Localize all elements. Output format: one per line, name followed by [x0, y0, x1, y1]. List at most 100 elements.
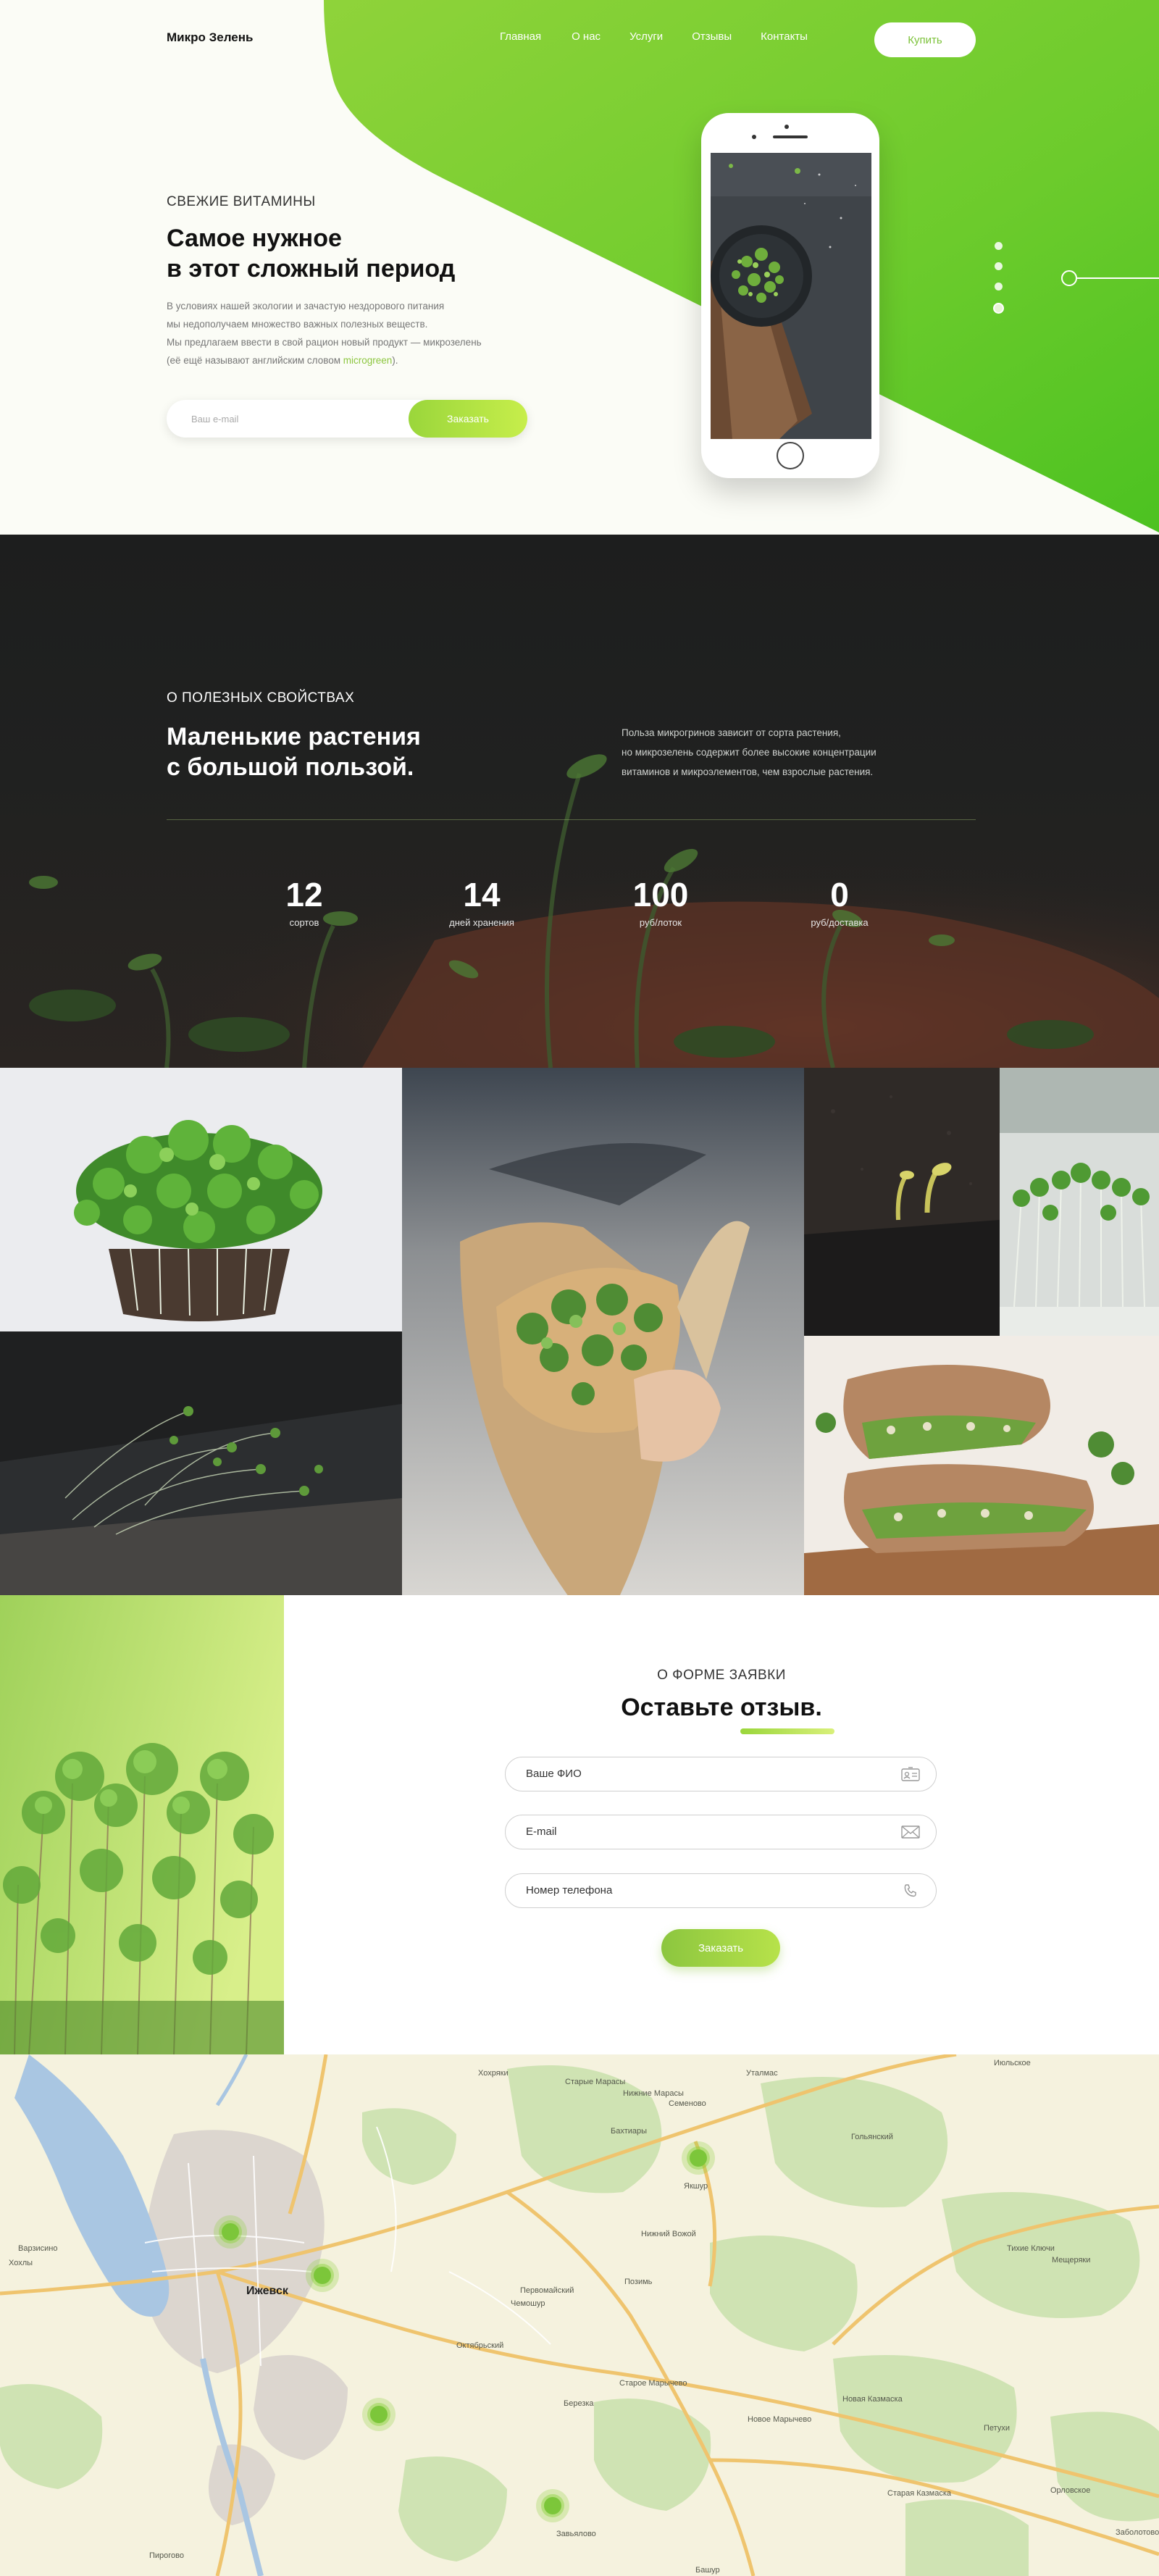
hero-email-input[interactable] — [167, 400, 406, 438]
map-label: Чемошур — [511, 2299, 545, 2308]
about-desc-line: витаминов и микроэлементов, чем взрослые… — [622, 766, 874, 777]
slide-progress-indicator — [1061, 270, 1159, 286]
map-label: Позимь — [624, 2278, 653, 2286]
review-form-section: О ФОРМЕ ЗАЯВКИ Оставьте отзыв. Заказать — [0, 1595, 1159, 2054]
slider-dot[interactable] — [995, 242, 1003, 250]
map-label: Хохлы — [9, 2259, 33, 2267]
map-marker[interactable] — [536, 2489, 569, 2522]
microgreens-bowl-image — [711, 153, 871, 439]
main-nav: Главная О нас Услуги Отзывы Контакты — [500, 30, 837, 43]
hero-title-line2: в этот сложный период — [167, 255, 456, 283]
map-label: Березка — [564, 2399, 594, 2408]
about-divider — [167, 819, 976, 820]
about-description: Польза микрогринов зависит от сорта раст… — [622, 723, 962, 782]
map-label: Старое Марычево — [619, 2379, 687, 2388]
stat-value: 12 — [285, 876, 323, 913]
nav-link-home[interactable]: Главная — [500, 30, 541, 43]
buy-button[interactable]: Купить — [874, 22, 976, 57]
map-label: Новая Казмаска — [842, 2395, 903, 2404]
email-field — [505, 1815, 937, 1849]
stat-storage-days: 14 дней хранения — [417, 875, 547, 928]
map-marker[interactable] — [362, 2398, 396, 2431]
slider-dot-active[interactable] — [993, 303, 1004, 314]
hero-desc-line: Мы предлагаем ввести в свой рацион новый… — [167, 337, 482, 348]
hero-title-line1: Самое нужное — [167, 225, 342, 252]
gallery-image-sprouts-on-slate — [0, 1331, 402, 1595]
logo[interactable]: Микро Зелень — [167, 30, 253, 45]
map-label: Заболотово — [1116, 2528, 1159, 2537]
map-marker[interactable] — [306, 2259, 339, 2292]
slider-dot[interactable] — [995, 283, 1003, 290]
hero-desc-line: (её ещё называют английским словом micro… — [167, 351, 543, 369]
hero-desc-suffix: ). — [392, 355, 398, 366]
about-title: Маленькие растения с большой пользой. — [167, 722, 529, 782]
envelope-icon — [901, 1826, 920, 1839]
about-title-line1: Маленькие растения — [167, 723, 421, 750]
hero-desc-line: мы недополучаем множество важных полезны… — [167, 319, 428, 330]
map-base — [0, 2054, 1159, 2576]
photo-gallery — [0, 1068, 1159, 1595]
gallery-image-wrap-in-hand — [402, 1068, 804, 1595]
nav-link-contacts[interactable]: Контакты — [761, 30, 808, 43]
map-label-city: Ижевск — [246, 2285, 288, 2297]
stat-value: 0 — [830, 876, 849, 913]
location-map[interactable]: Ижевск Хохряки Старые Марасы Нижние Мара… — [0, 2054, 1159, 2576]
hero-title: Самое нужное в этот сложный период — [167, 223, 543, 284]
stat-label: сортов — [289, 917, 319, 928]
map-label: Семеново — [669, 2099, 706, 2108]
gallery-image-sandwiches — [804, 1336, 1159, 1595]
slide-indicator-circle — [1061, 270, 1077, 286]
hero-order-button[interactable]: Заказать — [409, 400, 527, 438]
form-eyebrow: О ФОРМЕ ЗАЯВКИ — [657, 1668, 786, 1683]
hero-description: В условиях нашей экологии и зачастую нез… — [167, 297, 543, 369]
map-label: Новое Марычево — [748, 2415, 812, 2424]
map-label: Нижние Марасы — [623, 2089, 684, 2098]
form-side-image — [0, 1595, 284, 2054]
phone-home-button — [777, 442, 804, 469]
hero-eyebrow: СВЕЖИЕ ВИТАМИНЫ — [167, 194, 316, 209]
map-marker[interactable] — [682, 2141, 715, 2175]
hero-desc-prefix: (её ещё называют английским словом — [167, 355, 343, 366]
slider-pagination — [993, 242, 1004, 326]
nav-link-reviews[interactable]: Отзывы — [692, 30, 732, 43]
map-label: Якшур — [684, 2182, 708, 2191]
gallery-image-seedlings-in-soil — [804, 1068, 1000, 1336]
map-label: Первомайский — [520, 2286, 574, 2295]
stat-value: 14 — [463, 876, 501, 913]
stat-label: дней хранения — [449, 917, 514, 928]
map-label: Башур — [695, 2566, 720, 2575]
about-section: О ПОЛЕЗНЫХ СВОЙСТВАХ Маленькие растения … — [0, 535, 1159, 1068]
hero-desc-highlight: microgreen — [343, 355, 393, 366]
phone-speaker — [773, 135, 808, 138]
form-submit-button[interactable]: Заказать — [661, 1929, 780, 1967]
phone-sensor — [752, 135, 756, 139]
about-eyebrow: О ПОЛЕЗНЫХ СВОЙСТВАХ — [167, 690, 355, 706]
map-label: Бахтиары — [611, 2127, 648, 2136]
phone-camera — [784, 125, 789, 129]
phone-icon — [904, 1884, 916, 1897]
map-label: Варзисино — [18, 2244, 58, 2253]
map-label: Тихие Ключи — [1007, 2244, 1055, 2253]
phone-mockup — [701, 113, 879, 478]
form-title: Оставьте отзыв. — [621, 1694, 822, 1721]
phone-field — [505, 1873, 937, 1908]
map-label: Уталмас — [746, 2069, 778, 2078]
email-input[interactable] — [506, 1815, 882, 1848]
nav-link-services[interactable]: Услуги — [629, 30, 663, 43]
map-label: Хохряки — [478, 2069, 509, 2078]
hero-section: Микро Зелень Главная О нас Услуги Отзывы… — [0, 0, 1159, 535]
phone-input[interactable] — [506, 1874, 882, 1907]
about-desc-line: Польза микрогринов зависит от сорта раст… — [622, 727, 841, 738]
map-label: Орловское — [1050, 2486, 1091, 2495]
phone-screen-image — [711, 153, 871, 439]
stat-label: руб/доставка — [811, 917, 869, 928]
nav-link-about[interactable]: О нас — [572, 30, 601, 43]
slider-dot[interactable] — [995, 262, 1003, 270]
map-label: Июльское — [994, 2059, 1031, 2067]
hero-desc-line: В условиях нашей экологии и зачастую нез… — [167, 301, 445, 311]
map-marker[interactable] — [214, 2215, 247, 2249]
name-input[interactable] — [506, 1757, 882, 1790]
id-card-icon — [901, 1767, 920, 1781]
about-desc-line: но микрозелень содержит более высокие ко… — [622, 747, 876, 758]
sprouts-background-image — [0, 535, 1159, 1068]
